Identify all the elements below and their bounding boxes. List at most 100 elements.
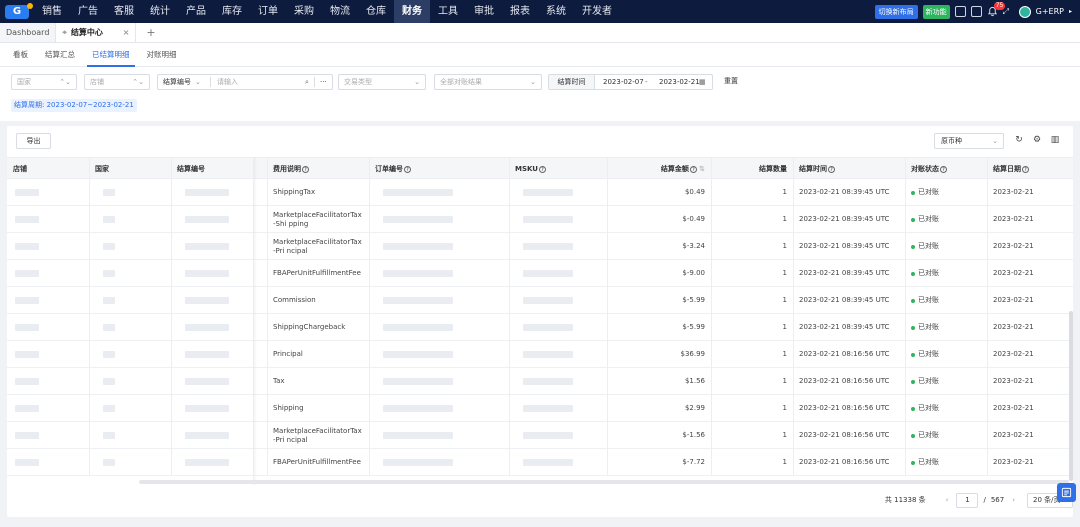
currency-select[interactable]: 原币种 ⌄ xyxy=(934,133,1004,149)
more-button[interactable]: ··· xyxy=(320,75,327,89)
nav-item[interactable]: 审批 xyxy=(466,0,502,23)
sub-tab[interactable]: 看板 xyxy=(8,43,33,67)
nav-item[interactable]: 工具 xyxy=(430,0,466,23)
table-row[interactable]: FBAPerUnitFulfillmentFee $-9.00 1 2023-02-2… xyxy=(7,260,1073,287)
nav-item[interactable]: 客服 xyxy=(106,0,142,23)
column-header[interactable]: MSKU? xyxy=(509,158,607,180)
masked-cell xyxy=(509,368,607,395)
calendar-icon[interactable]: ▦ xyxy=(699,75,706,89)
reset-button[interactable]: 重置 xyxy=(724,76,738,86)
add-tab-button[interactable]: + xyxy=(136,23,165,42)
table-row[interactable]: Tax $1.56 1 2023-02-21 08:16:56 UTC 已对账 2023-… xyxy=(7,368,1073,395)
masked-value xyxy=(383,432,453,439)
column-header[interactable]: 结算金额? ⇅ xyxy=(607,158,711,180)
table-row[interactable]: MarketplaceFacilitatorTax-Shi pping $-0.4… xyxy=(7,206,1073,233)
prev-page-button[interactable]: ‹ xyxy=(946,496,949,504)
app-logo[interactable]: G xyxy=(0,0,34,23)
pin-icon[interactable]: ⌖ xyxy=(62,28,67,37)
reconcile-result-select[interactable]: 全部对账结果 ⌄ xyxy=(434,74,542,90)
masked-cell xyxy=(171,260,253,287)
store-select[interactable]: 店铺 ⌃⌄ xyxy=(84,74,150,90)
columns-icon[interactable]: ▥ xyxy=(1050,135,1060,145)
avatar[interactable] xyxy=(1018,5,1031,18)
table-row[interactable]: ShippingTax $0.49 1 2023-02-21 08:39:45 UTC… xyxy=(7,179,1073,206)
help-icon[interactable]: ? xyxy=(302,165,309,173)
column-header[interactable]: 订单编号? xyxy=(369,158,509,180)
nav-item[interactable]: 采购 xyxy=(286,0,322,23)
table-row[interactable]: Principal $36.99 1 2023-02-21 08:16:56 UTC 已… xyxy=(7,341,1073,368)
vertical-scrollbar[interactable] xyxy=(1069,311,1073,481)
column-header[interactable]: 国家 xyxy=(89,158,171,180)
cell-amount: $-3.24 xyxy=(607,233,711,260)
refresh-icon[interactable]: ↻ xyxy=(1014,135,1024,145)
chevron-down-icon[interactable]: ⌄ xyxy=(195,75,201,89)
nav-item[interactable]: 库存 xyxy=(214,0,250,23)
sub-tab[interactable]: 对账明细 xyxy=(142,43,182,67)
column-header[interactable]: 结算时间? xyxy=(793,158,905,180)
nav-item[interactable]: 系统 xyxy=(538,0,574,23)
transaction-type-select[interactable]: 交易类型 ⌄ xyxy=(338,74,426,90)
table-row[interactable]: MarketplaceFacilitatorTax-Pri ncipal $-1.… xyxy=(7,422,1073,449)
table-row[interactable]: MarketplaceFacilitatorTax-Pri ncipal $-3.… xyxy=(7,233,1073,260)
table-row[interactable]: ShippingChargeback $-5.99 1 2023-02-21 08:3… xyxy=(7,314,1073,341)
sub-tab[interactable]: 结算汇总 xyxy=(40,43,80,67)
nav-item[interactable]: 报表 xyxy=(502,0,538,23)
nav-item[interactable]: 仓库 xyxy=(358,0,394,23)
expand-icon[interactable]: ⤢ xyxy=(1003,6,1014,17)
float-list-button[interactable] xyxy=(1057,483,1076,502)
sub-tab[interactable]: 已结算明细 xyxy=(87,43,135,67)
column-header[interactable]: 店铺 xyxy=(7,158,89,180)
user-name[interactable]: G+ERP xyxy=(1036,7,1064,16)
tab-settlement-center[interactable]: ⌖ 结算中心 × xyxy=(56,23,137,42)
column-header[interactable]: 费用说明? xyxy=(267,158,369,180)
masked-value xyxy=(185,351,229,358)
nav-item[interactable]: 销售 xyxy=(34,0,70,23)
calendar-icon[interactable] xyxy=(970,6,982,17)
country-select[interactable]: 国家 ⌃⌄ xyxy=(11,74,77,90)
nav-item[interactable]: 开发者 xyxy=(574,0,620,23)
column-header[interactable]: 对账状态? xyxy=(905,158,987,180)
help-icon[interactable]: ? xyxy=(940,165,947,173)
nav-item[interactable]: 广告 xyxy=(70,0,106,23)
column-divider[interactable] xyxy=(253,157,254,476)
help-icon[interactable]: ? xyxy=(404,165,411,173)
table-row[interactable]: Commission $-5.99 1 2023-02-21 08:39:45 UTC… xyxy=(7,287,1073,314)
column-header[interactable]: 结算数量 xyxy=(711,158,793,180)
nav-item[interactable]: 物流 xyxy=(322,0,358,23)
sort-icon[interactable]: ⇅ xyxy=(697,165,705,173)
nav-item[interactable]: 订单 xyxy=(250,0,286,23)
table-row[interactable]: FBAPerUnitFulfillmentFee $-7.72 1 2023-02-2… xyxy=(7,449,1073,476)
gear-icon[interactable]: ⚙ xyxy=(1032,135,1042,145)
date-end[interactable]: 2023-02-21 xyxy=(659,75,700,89)
help-icon[interactable]: ? xyxy=(539,165,546,173)
nav-item[interactable]: 统计 xyxy=(142,0,178,23)
new-feature-button[interactable]: 新功能 xyxy=(922,4,950,19)
column-header-label: 结算编号 xyxy=(177,165,205,173)
search-icon[interactable]: ⌕ xyxy=(305,75,309,89)
page-input[interactable]: 1 xyxy=(956,492,979,508)
settlement-no-type-select[interactable]: 结算编号 xyxy=(163,78,191,86)
close-icon[interactable]: × xyxy=(123,23,130,42)
masked-value xyxy=(103,324,115,331)
cell-desc: MarketplaceFacilitatorTax-Shi pping xyxy=(267,206,363,233)
date-start[interactable]: 2023-02-07 xyxy=(603,75,644,89)
settlement-no-input[interactable]: 请输入 xyxy=(217,75,238,89)
caret-right-icon[interactable]: ▸ xyxy=(1069,8,1072,15)
help-icon[interactable]: ? xyxy=(689,165,697,173)
next-page-button[interactable]: › xyxy=(1012,496,1015,504)
help-icon[interactable]: ? xyxy=(828,165,835,173)
bell-icon[interactable]: 75 xyxy=(987,2,1006,17)
tab-dashboard[interactable]: Dashboard xyxy=(0,23,57,42)
table-row[interactable]: Shipping $2.99 1 2023-02-21 08:16:56 UTC 已对账… xyxy=(7,395,1073,422)
export-button[interactable]: 导出 xyxy=(16,133,51,149)
cell-time: 2023-02-21 08:16:56 UTC xyxy=(793,449,905,476)
cell-text: 1 xyxy=(782,242,787,250)
switch-layout-button[interactable]: 切换新布局 xyxy=(874,4,918,19)
nav-item[interactable]: 财务 xyxy=(394,0,430,23)
horizontal-scrollbar[interactable] xyxy=(139,480,1069,484)
column-header[interactable]: 结算日期? xyxy=(987,158,1069,180)
help-icon[interactable]: ? xyxy=(1022,165,1029,173)
screen-icon[interactable] xyxy=(954,6,966,17)
column-header[interactable]: 结算编号 xyxy=(171,158,253,180)
nav-item[interactable]: 产品 xyxy=(178,0,214,23)
